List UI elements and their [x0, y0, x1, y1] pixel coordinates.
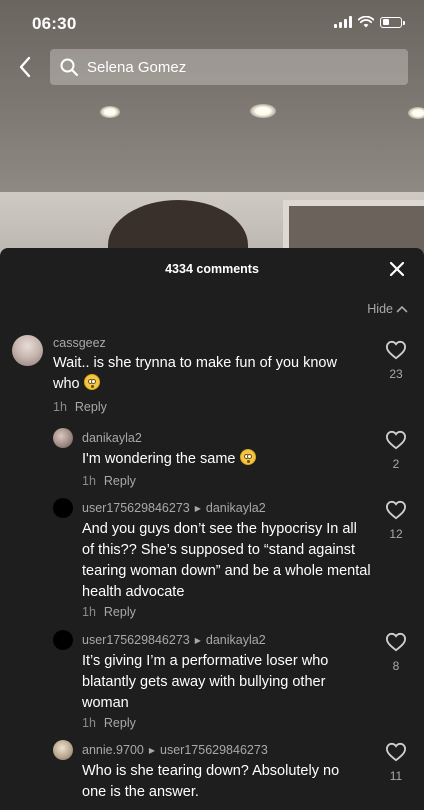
search-bar[interactable]: Selena Gomez	[50, 49, 408, 85]
hide-label: Hide	[367, 302, 393, 316]
comment-text: Wait.. is she trynna to make fun of you …	[53, 353, 353, 395]
comments-panel: 4334 comments Hide cassgeez Wait.. is sh…	[0, 248, 424, 810]
search-query: Selena Gomez	[87, 58, 187, 76]
comment-meta: 1h Reply	[53, 400, 107, 414]
comment-body: And you guys don’t see the hypocrisy In …	[82, 521, 371, 600]
comment-username[interactable]: user175629846273 ▶ danikayla2	[82, 633, 266, 647]
comment-time: 1h	[82, 474, 96, 488]
comments-count-title: 4334 comments	[165, 262, 259, 276]
reply-arrow-icon: ▶	[148, 746, 156, 755]
search-icon	[60, 58, 79, 77]
comment-username[interactable]: danikayla2	[82, 431, 142, 445]
comment-username[interactable]: annie.9700 ▶ user175629846273	[82, 743, 268, 757]
comment-text: It’s giving I’m a performative loser who…	[82, 651, 362, 714]
username-label: cassgeez	[53, 336, 106, 350]
comments-header: 4334 comments	[0, 248, 424, 290]
ceiling-light	[250, 104, 276, 118]
like-count: 2	[392, 457, 400, 471]
comment-body: It’s giving I’m a performative loser who…	[82, 653, 329, 711]
status-icons	[334, 16, 405, 28]
comment-reply-item: user175629846273 ▶ danikayla2 And you guys…	[0, 498, 424, 626]
heart-icon	[385, 340, 407, 360]
ceiling-light	[100, 106, 120, 118]
comment-item: cassgeez Wait.. is she trynna to make fu…	[0, 332, 424, 420]
chevron-left-icon	[19, 56, 31, 78]
cellular-signal-icon	[334, 16, 352, 28]
like-count: 12	[389, 527, 403, 541]
flushed-emoji-icon	[239, 449, 256, 465]
reply-arrow-icon: ▶	[194, 504, 201, 513]
status-time: 06:30	[32, 14, 77, 33]
comment-reply-item: user175629846273 ▶ danikayla2 It’s giving …	[0, 630, 424, 736]
comment-body: Who is she tearing down? Absolutely no o…	[82, 763, 340, 800]
comment-reply-item: annie.9700 ▶ user175629846273 Who is she t…	[0, 740, 424, 810]
reply-to-username[interactable]: danikayla2	[206, 633, 266, 647]
comment-text: And you guys don’t see the hypocrisy In …	[82, 519, 372, 603]
close-button[interactable]	[388, 260, 406, 278]
chevron-up-icon	[396, 305, 408, 313]
comment-text: Who is she tearing down? Absolutely no o…	[82, 761, 362, 803]
avatar[interactable]	[53, 498, 73, 518]
like-button[interactable]: 2	[382, 430, 410, 471]
comment-time: 1h	[53, 400, 67, 414]
username-label: user175629846273	[82, 633, 190, 647]
like-button[interactable]: 11	[382, 742, 410, 783]
avatar[interactable]	[53, 428, 73, 448]
flushed-emoji-icon	[83, 374, 100, 390]
username-label: annie.9700	[82, 743, 144, 757]
comment-username[interactable]: user175629846273 ▶ danikayla2	[82, 501, 266, 515]
reply-button[interactable]: Reply	[75, 400, 107, 414]
comment-meta: 1h Reply	[82, 474, 136, 488]
comment-meta: 1h Reply	[82, 716, 136, 730]
comment-time: 1h	[82, 716, 96, 730]
like-button[interactable]: 12	[382, 500, 410, 541]
like-count: 23	[389, 367, 403, 381]
back-button[interactable]	[10, 52, 40, 82]
status-bar: 06:30	[0, 0, 424, 44]
comment-text: I'm wondering the same	[82, 449, 362, 470]
heart-icon	[385, 500, 407, 520]
wifi-icon	[358, 16, 374, 28]
comment-meta: 1h Reply	[82, 605, 136, 619]
like-button[interactable]: 23	[382, 340, 410, 381]
comment-username[interactable]: cassgeez	[53, 336, 106, 350]
avatar[interactable]	[12, 335, 43, 366]
hide-replies-button[interactable]: Hide	[367, 302, 408, 316]
username-label: user175629846273	[82, 501, 190, 515]
ceiling-light	[408, 107, 424, 119]
reply-arrow-icon: ▶	[194, 636, 201, 645]
reply-button[interactable]: Reply	[104, 605, 136, 619]
reply-button[interactable]: Reply	[104, 716, 136, 730]
battery-icon	[380, 16, 405, 28]
comment-body: I'm wondering the same	[82, 451, 236, 467]
heart-icon	[385, 742, 407, 762]
comment-time: 1h	[82, 605, 96, 619]
username-label: danikayla2	[82, 431, 142, 445]
heart-icon	[385, 632, 407, 652]
reply-to-username[interactable]: user175629846273	[160, 743, 268, 757]
close-icon	[389, 261, 405, 277]
comment-reply-item: danikayla2 I'm wondering the same 1h Repl…	[0, 428, 424, 494]
reply-to-username[interactable]: danikayla2	[206, 501, 266, 515]
avatar[interactable]	[53, 630, 73, 650]
like-count: 8	[392, 659, 400, 673]
reply-button[interactable]: Reply	[104, 474, 136, 488]
like-button[interactable]: 8	[382, 632, 410, 673]
like-count: 11	[389, 769, 403, 783]
heart-icon	[385, 430, 407, 450]
avatar[interactable]	[53, 740, 73, 760]
